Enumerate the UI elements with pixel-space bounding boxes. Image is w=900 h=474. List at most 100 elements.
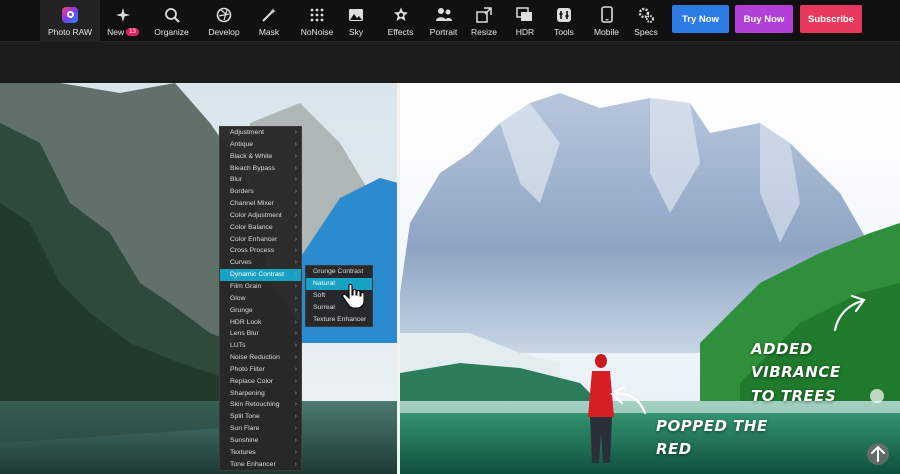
menu-item-lens-blur[interactable]: Lens Blur › [220, 328, 301, 340]
chevron-right-icon: › [294, 235, 297, 243]
organize-icon [163, 6, 181, 24]
menu-item-blur[interactable]: Blur › [220, 174, 301, 186]
menu-item-cross-process[interactable]: Cross Process › [220, 245, 301, 257]
menu-item-adjustment[interactable]: Adjustment › [220, 127, 301, 139]
nav-item-new[interactable]: New 13 [100, 0, 146, 42]
menu-item-color-balance[interactable]: Color Balance › [220, 222, 301, 234]
nav-item-label: Portrait [429, 26, 458, 37]
chevron-right-icon: › [294, 354, 297, 362]
submenu-item-texture-enhancer[interactable]: Texture Enhancer [306, 314, 372, 326]
menu-item-photo-filter[interactable]: Photo Filter › [220, 364, 301, 376]
subscribe-button[interactable]: Subscribe [800, 5, 862, 33]
menu-item-film-grain[interactable]: Film Grain › [220, 281, 301, 293]
nav-item-label: New 13 [107, 27, 139, 37]
chevron-right-icon: › [294, 271, 297, 279]
nav-item-nonoise[interactable]: NoNoise [291, 0, 343, 42]
vibrance-annotation: ADDED VIBRANCE TO TREES [751, 338, 900, 408]
menu-item-antique[interactable]: Antique › [220, 139, 301, 151]
nav-item-label: NoNoise [300, 26, 334, 37]
chevron-right-icon: › [294, 318, 297, 326]
nav-item-label: Tools [554, 26, 574, 37]
try-now-button[interactable]: Try Now [672, 5, 729, 33]
menu-item-glow[interactable]: Glow › [220, 293, 301, 305]
menu-item-noise-reduction[interactable]: Noise Reduction › [220, 352, 301, 364]
chevron-right-icon: › [294, 152, 297, 160]
menu-item-hdr-look[interactable]: HDR Look › [220, 317, 301, 329]
nav-item-tools[interactable]: Tools [549, 0, 579, 42]
photo-raw-logo-icon [61, 6, 79, 24]
chevron-right-icon: › [294, 436, 297, 444]
nav-item-label: Mobile [593, 26, 620, 37]
nav-item-label: Effects [387, 26, 414, 37]
nav-item-effects[interactable]: Effects [380, 0, 421, 42]
nav-item-portrait[interactable]: Portrait [421, 0, 466, 42]
chevron-right-icon: › [294, 389, 297, 397]
menu-item-sun-flare[interactable]: Sun Flare › [220, 423, 301, 435]
menu-item-split-tone[interactable]: Split Tone › [220, 411, 301, 423]
chevron-right-icon: › [294, 176, 297, 184]
nav-item-mask[interactable]: Mask [252, 0, 286, 42]
nav-item-sky[interactable]: Sky [343, 0, 369, 42]
menu-item-replace-color[interactable]: Replace Color › [220, 376, 301, 388]
chevron-right-icon: › [294, 413, 297, 421]
header-spacer [0, 43, 900, 83]
menu-item-color-enhancer[interactable]: Color Enhancer › [220, 234, 301, 246]
buy-now-button[interactable]: Buy Now [735, 5, 793, 33]
chevron-right-icon: › [294, 460, 297, 468]
top-navigation-bar: Photo RAW New 13 Organize Develop Mask NoNoise… [0, 0, 900, 42]
chevron-right-icon: › [294, 377, 297, 385]
menu-item-tone-enhancer[interactable]: Tone Enhancer › [220, 459, 301, 471]
nav-item-label: Photo RAW [47, 26, 93, 37]
resize-icon [475, 6, 493, 24]
chevron-right-icon: › [294, 342, 297, 350]
red-annotation: POPPED THE RED [656, 415, 768, 462]
mobile-icon [598, 6, 616, 24]
toolbox-icon [555, 6, 573, 24]
menu-item-luts[interactable]: LUTs › [220, 340, 301, 352]
chevron-right-icon: › [294, 247, 297, 255]
landscape-icon [347, 6, 365, 24]
chevron-right-icon: › [294, 401, 297, 409]
nav-item-label: Organize [154, 26, 189, 37]
menu-item-sharpening[interactable]: Sharpening › [220, 388, 301, 400]
vibrance-line-1: ADDED VIBRANCE [751, 340, 841, 382]
menu-item-dynamic-contrast[interactable]: Dynamic Contrast › [220, 269, 301, 281]
nav-item-organize[interactable]: Organize [147, 0, 196, 42]
menu-item-color-adjustment[interactable]: Color Adjustment › [220, 210, 301, 222]
menu-item-bleach-bypass[interactable]: Bleach Bypass › [220, 163, 301, 175]
vibrance-line-2: TO TREES [751, 386, 837, 405]
nav-item-hdr[interactable]: HDR [509, 0, 541, 42]
hand-pointer-icon [342, 283, 364, 309]
chevron-right-icon: › [294, 282, 297, 290]
menu-item-sunshine[interactable]: Sunshine › [220, 435, 301, 447]
chevron-right-icon: › [294, 211, 297, 219]
menu-item-black-white[interactable]: Black & White › [220, 151, 301, 163]
new-count-badge: 13 [126, 28, 139, 37]
chevron-right-icon: › [294, 365, 297, 373]
nav-item-develop[interactable]: Develop [198, 0, 250, 42]
nav-item-label: Specs [634, 26, 658, 37]
chevron-right-icon: › [294, 259, 297, 267]
aperture-icon [215, 6, 233, 24]
chevron-right-icon: › [294, 306, 297, 314]
red-line-2: RED [656, 440, 692, 459]
menu-item-textures[interactable]: Textures › [220, 447, 301, 459]
chevron-right-icon: › [294, 425, 297, 433]
menu-item-channel-mixer[interactable]: Channel Mixer › [220, 198, 301, 210]
nav-item-mobile[interactable]: Mobile [588, 0, 625, 42]
chevron-right-icon: › [294, 164, 297, 172]
nav-item-resize[interactable]: Resize [466, 0, 502, 42]
menu-item-skin-retouching[interactable]: Skin Retouching › [220, 399, 301, 411]
menu-item-curves[interactable]: Curves › [220, 257, 301, 269]
nav-item-photo-raw[interactable]: Photo RAW [40, 0, 100, 42]
chevron-right-icon: › [294, 448, 297, 456]
chevron-right-icon: › [294, 294, 297, 302]
menu-item-borders[interactable]: Borders › [220, 186, 301, 198]
menu-item-grunge[interactable]: Grunge › [220, 305, 301, 317]
chevron-right-icon: › [294, 129, 297, 136]
hdr-icon [516, 6, 534, 24]
submenu-item-grunge-contrast[interactable]: Grunge Contrast [306, 266, 372, 278]
people-icon [435, 6, 453, 24]
magic-wand-icon [260, 6, 278, 24]
nav-item-specs[interactable]: Specs [630, 0, 662, 42]
